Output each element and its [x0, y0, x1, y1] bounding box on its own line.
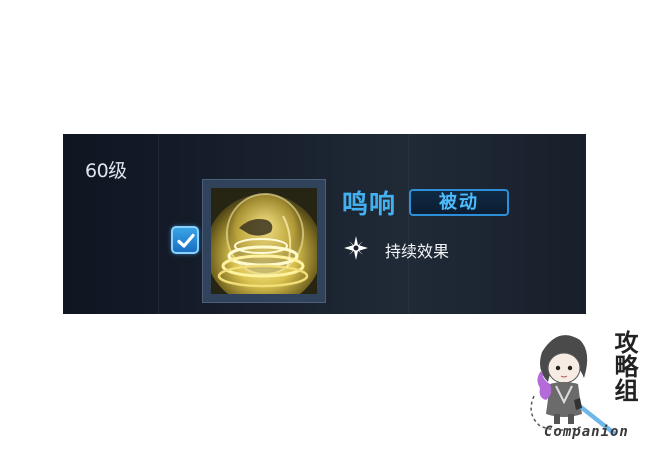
skill-name: 鸣响 — [342, 190, 397, 220]
effect-label: 持续效果 — [385, 242, 450, 261]
golden-sphere-skill-icon — [211, 188, 317, 294]
skill-panel: 60级 鸣响 被动 持续效果 — [63, 134, 586, 314]
sparkle-icon — [344, 236, 368, 260]
skill-icon-frame[interactable] — [202, 179, 326, 303]
watermark-caption: Companion — [544, 424, 629, 440]
level-label: 60级 — [85, 160, 127, 182]
page: 60级 鸣响 被动 持续效果 攻略组 Companion — [0, 0, 650, 450]
skill-enable-checkbox[interactable] — [171, 226, 199, 254]
skill-type-badge: 被动 — [409, 189, 509, 216]
checkmark-icon — [177, 233, 195, 248]
watermark-logo-text: 攻略组 — [610, 330, 638, 402]
companion-watermark: 攻略组 Companion — [520, 322, 650, 450]
